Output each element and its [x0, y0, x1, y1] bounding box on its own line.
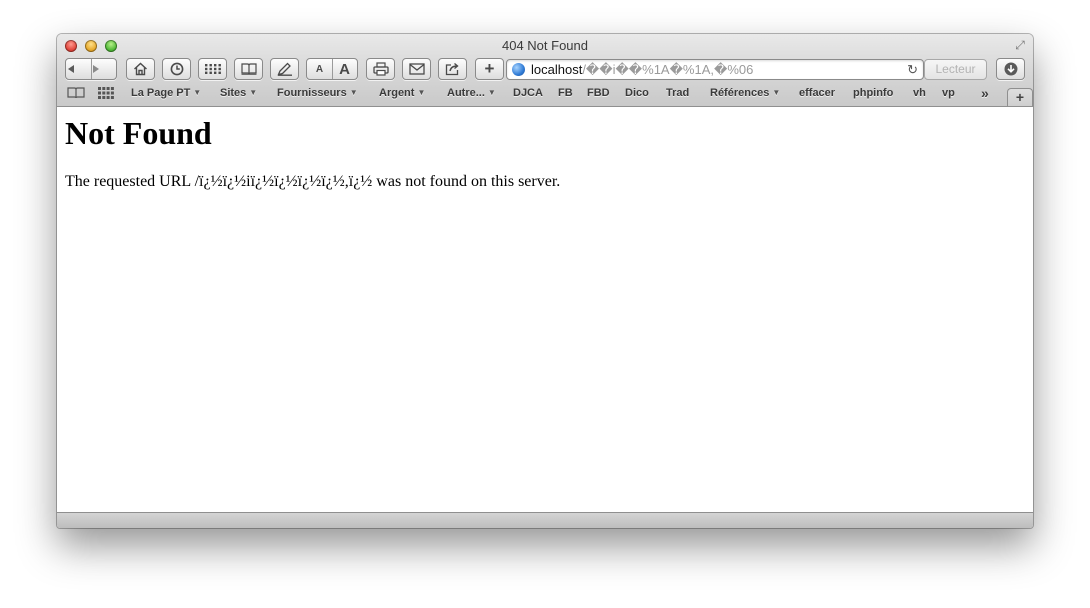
error-message: The requested URL /ï¿½ï¿½iï¿½ï¿½ï¿½ï¿½,ï… [65, 173, 561, 190]
mail-button[interactable] [402, 58, 431, 80]
history-button[interactable] [162, 58, 191, 80]
bookmark-djca[interactable]: DJCA [513, 87, 543, 99]
book-icon [240, 63, 257, 75]
print-button[interactable] [366, 58, 395, 80]
chevron-down-icon: ▼ [193, 88, 202, 97]
downloads-button[interactable] [996, 58, 1025, 80]
bookmark-dico[interactable]: Dico [625, 87, 649, 99]
more-bookmarks-icon[interactable]: » [981, 85, 989, 101]
bookmark-autre[interactable]: Autre... ▼ [447, 87, 496, 99]
bookmarks-bar: La Page PT ▼ Sites ▼ Fournisseurs ▼ Argent ▼… [57, 82, 1033, 106]
back-icon [68, 65, 74, 73]
clock-icon [170, 62, 183, 76]
home-icon [134, 62, 147, 76]
forward-icon [93, 65, 99, 73]
download-icon [1004, 62, 1017, 76]
text-smaller-button[interactable]: A [307, 64, 332, 75]
fullscreen-icon[interactable]: ⤢ [1013, 38, 1027, 52]
window-title: 404 Not Found [501, 38, 588, 53]
chevron-down-icon: ▼ [249, 88, 258, 97]
bookmark-references[interactable]: Références ▼ [710, 87, 780, 99]
browser-window: 404 Not Found ⤢ A A + localhost/��i��%1A… [57, 34, 1033, 528]
page-heading: Not Found [65, 115, 212, 151]
new-tab-button[interactable]: + [1007, 88, 1033, 106]
bookmark-vp[interactable]: vp [942, 87, 955, 99]
reading-list-icon[interactable] [67, 87, 85, 102]
bookmark-trad[interactable]: Trad [666, 87, 689, 99]
envelope-icon [408, 63, 425, 75]
forward-button[interactable] [91, 64, 116, 74]
bookmark-fbd[interactable]: FBD [587, 87, 610, 99]
reader-button[interactable]: Lecteur [924, 59, 987, 80]
bookmark-fournisseurs[interactable]: Fournisseurs ▼ [277, 87, 358, 99]
browser-chrome: 404 Not Found ⤢ A A + localhost/��i��%1A… [57, 34, 1033, 107]
top-sites-icon[interactable] [98, 87, 114, 102]
chevron-down-icon: ▼ [349, 88, 358, 97]
pencil-icon [276, 62, 292, 76]
grid-icon [204, 64, 221, 74]
reading-list-button[interactable] [234, 58, 263, 80]
bookmark-effacer[interactable]: effacer [799, 87, 835, 99]
chevron-down-icon: ▼ [417, 88, 426, 97]
globe-icon [512, 63, 525, 76]
page-content: Not Found The requested URL /ï¿½ï¿½iï¿½ï… [57, 107, 1033, 513]
share-icon [445, 62, 459, 76]
share-button[interactable] [438, 58, 467, 80]
address-path: /��i��%1A�%1A,�%06 [582, 62, 754, 77]
bookmark-argent[interactable]: Argent ▼ [379, 87, 425, 99]
home-button[interactable] [126, 58, 155, 80]
back-button[interactable] [66, 64, 91, 74]
bookmark-vh[interactable]: vh [913, 87, 926, 99]
bookmark-phpinfo[interactable]: phpinfo [853, 87, 893, 99]
printer-icon [372, 62, 389, 76]
chevron-down-icon: ▼ [772, 88, 781, 97]
edit-button[interactable] [270, 58, 299, 80]
bookmark-fb[interactable]: FB [558, 87, 573, 99]
bookmark-sites[interactable]: Sites ▼ [220, 87, 257, 99]
text-bigger-button[interactable]: A [332, 61, 357, 78]
text-size-buttons: A A [306, 58, 358, 80]
address-host: localhost [531, 62, 583, 77]
add-bookmark-button[interactable]: + [475, 58, 504, 80]
reload-icon[interactable]: ↻ [907, 62, 918, 78]
bookmark-la-page-pt[interactable]: La Page PT ▼ [131, 87, 201, 99]
top-sites-button[interactable] [198, 58, 227, 80]
status-bar [57, 512, 1033, 528]
address-text: localhost/��i��%1A�%1A,�%06 [531, 62, 753, 78]
back-forward-buttons [65, 58, 117, 80]
address-bar[interactable]: localhost/��i��%1A�%1A,�%06 ↻ [506, 59, 924, 80]
chevron-down-icon: ▼ [487, 88, 496, 97]
